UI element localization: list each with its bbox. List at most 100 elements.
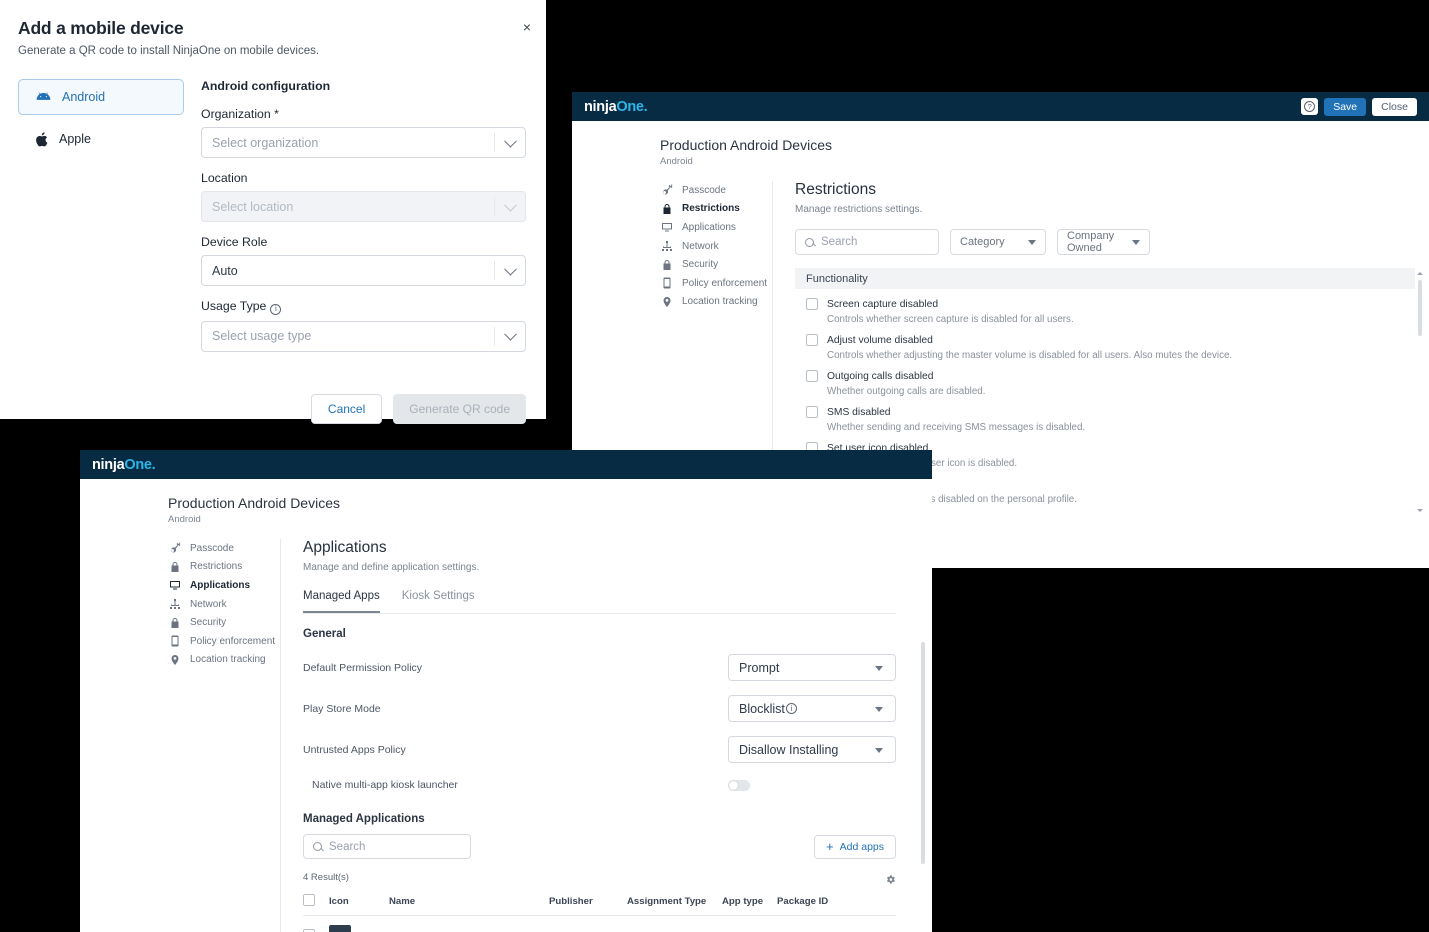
close-button[interactable]: Close — [1372, 97, 1417, 116]
cancel-button[interactable]: Cancel — [310, 393, 383, 424]
scrollbar-thumb[interactable] — [920, 642, 925, 864]
restriction-row[interactable]: Adjust volume disabled — [806, 334, 1415, 346]
applications-page-header: Production Android Devices Android — [80, 479, 932, 525]
native-kiosk-launcher-toggle[interactable] — [728, 779, 750, 791]
key-icon — [660, 184, 673, 197]
select-value: Select usage type — [212, 329, 312, 343]
column-header-package-id[interactable]: Package ID — [777, 888, 896, 916]
column-header-publisher[interactable]: Publisher — [549, 888, 627, 916]
sidebar-label: Restrictions — [682, 203, 740, 215]
scroll-up-arrow-icon[interactable] — [1417, 272, 1423, 275]
row-publisher: NinjaRMM — [549, 915, 627, 932]
untrusted-apps-policy-dropdown[interactable]: Disallow Installing — [728, 736, 896, 763]
scrollbar-track[interactable] — [1416, 272, 1424, 514]
sidebar-item-passcode[interactable]: Passcode — [660, 181, 772, 200]
chevron-down-icon — [1028, 239, 1036, 245]
field-usage-type: Usage Type i Select usage type — [201, 299, 526, 352]
tab-managed-apps[interactable]: Managed Apps — [303, 590, 380, 613]
restriction-row[interactable]: Screen capture disabled — [806, 298, 1415, 310]
sidebar-item-policy-enforcement[interactable]: Policy enforcement — [660, 274, 772, 293]
checkbox[interactable] — [806, 334, 818, 346]
dropdown-value: Disallow Installing — [739, 742, 839, 757]
gear-icon[interactable] — [885, 872, 896, 884]
info-icon[interactable]: i — [785, 703, 797, 714]
save-button[interactable]: Save — [1324, 97, 1367, 116]
column-header-assignment-type[interactable]: Assignment Type — [627, 888, 722, 916]
location-select[interactable]: Select location — [201, 191, 526, 222]
restriction-item: Screen capture disabled Controls whether… — [795, 289, 1415, 325]
organization-select[interactable]: Select organization — [201, 127, 526, 158]
setting-row-untrusted-apps-policy: Untrusted Apps Policy Disallow Installin… — [303, 736, 896, 763]
checkbox[interactable] — [806, 298, 818, 310]
select-divider — [494, 326, 495, 346]
sidebar-item-applications[interactable]: Applications — [168, 576, 280, 595]
network-icon — [660, 240, 673, 253]
sidebar-item-policy-enforcement[interactable]: Policy enforcement — [168, 632, 280, 651]
restriction-item: Adjust volume disabled Controls whether … — [795, 325, 1415, 361]
search-input[interactable]: Search — [795, 229, 939, 255]
sidebar-item-location-tracking[interactable]: Location tracking — [168, 651, 280, 670]
scrollbar-thumb[interactable] — [1417, 280, 1422, 336]
device-role-select[interactable]: Auto — [201, 255, 526, 286]
ninjaone-app-icon: ninjaOne — [329, 925, 351, 932]
scroll-down-arrow-icon[interactable] — [1417, 509, 1423, 512]
column-header-icon[interactable]: Icon — [329, 888, 389, 916]
sidebar-item-applications[interactable]: Applications — [660, 218, 772, 237]
logo-one-text: One — [616, 98, 644, 115]
chevron-down-icon — [1132, 239, 1140, 245]
dropdown-value: Blocklist — [739, 701, 785, 716]
sidebar-item-security[interactable]: Security — [660, 255, 772, 274]
dropdown-control[interactable]: Blocklist i — [728, 695, 896, 722]
sidebar-item-network[interactable]: Network — [168, 595, 280, 614]
dropdown-control[interactable]: Prompt — [728, 654, 896, 681]
ownership-dropdown[interactable]: Company Owned — [1057, 229, 1150, 255]
category-dropdown[interactable]: Category — [950, 229, 1046, 255]
help-button[interactable]: ? — [1301, 98, 1319, 115]
os-tab-android[interactable]: Android — [18, 79, 184, 115]
select-divider — [494, 261, 495, 280]
os-tab-label: Apple — [59, 132, 91, 146]
apple-icon — [35, 131, 48, 147]
sidebar-item-passcode[interactable]: Passcode — [168, 539, 280, 558]
sidebar-label: Policy enforcement — [190, 635, 276, 647]
sidebar-item-restrictions[interactable]: Restrictions — [660, 200, 772, 219]
play-store-mode-dropdown[interactable]: Blocklist i — [728, 695, 896, 722]
restriction-row[interactable]: SMS disabled — [806, 406, 1415, 418]
checkbox[interactable] — [806, 406, 818, 418]
chevron-down-icon — [504, 134, 517, 148]
os-tab-apple[interactable]: Apple — [18, 121, 184, 157]
row-checkbox-cell — [303, 915, 329, 932]
column-header-app-type[interactable]: App type — [722, 888, 777, 916]
row-checkbox[interactable] — [303, 928, 315, 932]
checkbox[interactable] — [806, 370, 818, 382]
managed-applications-heading: Managed Applications — [303, 813, 425, 825]
info-icon[interactable]: i — [270, 303, 282, 315]
default-permission-policy-dropdown[interactable]: Prompt — [728, 654, 896, 681]
column-header-name[interactable]: Name — [389, 888, 549, 916]
scrollbar-track[interactable] — [919, 642, 927, 932]
field-location: Location Select location — [201, 171, 526, 222]
sidebar-item-security[interactable]: Security — [168, 613, 280, 632]
sidebar-label: Policy enforcement — [682, 277, 768, 289]
tab-kiosk-settings[interactable]: Kiosk Settings — [402, 590, 475, 613]
sidebar-item-restrictions[interactable]: Restrictions — [168, 558, 280, 577]
add-mobile-device-dialog: Add a mobile device Generate a QR code t… — [0, 0, 546, 424]
chevron-down-icon — [504, 327, 517, 341]
managed-apps-search-input[interactable]: Search — [303, 834, 471, 859]
table-row[interactable]: ninjaOne NinjaOne NinjaRMM Force Install… — [303, 915, 896, 932]
page-subtitle: Android — [168, 514, 201, 525]
restriction-row[interactable]: Outgoing calls disabled — [806, 370, 1415, 382]
add-apps-button[interactable]: + Add apps — [814, 834, 896, 859]
close-icon[interactable]: × — [523, 20, 531, 34]
usage-type-select[interactable]: Select usage type — [201, 320, 526, 352]
lock-icon — [168, 616, 181, 629]
dropdown-control[interactable]: Disallow Installing — [728, 736, 896, 763]
logo-one-text: One — [124, 456, 152, 473]
sidebar-item-location-tracking[interactable]: Location tracking — [660, 293, 772, 312]
sidebar-item-network[interactable]: Network — [660, 237, 772, 256]
logo-ninja-text: ninja — [92, 456, 125, 473]
results-line: 4 Result(s) — [303, 872, 896, 884]
search-placeholder: Search — [821, 236, 858, 248]
select-all-checkbox[interactable] — [303, 894, 315, 906]
android-configuration: Android configuration Organization * Sel… — [201, 79, 526, 424]
